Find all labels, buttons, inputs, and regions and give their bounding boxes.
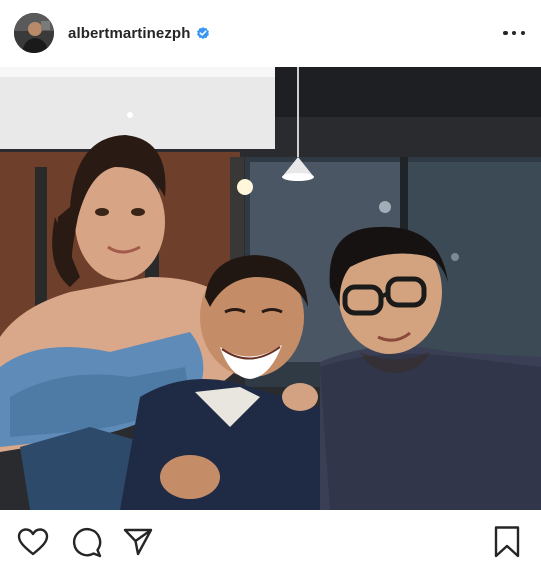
- heart-icon[interactable]: [17, 527, 49, 557]
- more-options-icon[interactable]: [503, 24, 525, 42]
- instagram-post: albertmartinezph: [0, 0, 541, 567]
- verified-badge-icon: [197, 27, 210, 40]
- username[interactable]: albertmartinezph: [68, 25, 190, 42]
- photo-image: [0, 67, 541, 510]
- profile-avatar[interactable]: [14, 13, 54, 53]
- post-photo[interactable]: [0, 67, 541, 510]
- share-icon[interactable]: [122, 526, 154, 558]
- comment-icon[interactable]: [71, 526, 103, 558]
- bookmark-icon[interactable]: [493, 525, 521, 559]
- post-header: albertmartinezph: [0, 0, 541, 66]
- avatar-image: [14, 13, 54, 53]
- action-bar: [0, 510, 541, 567]
